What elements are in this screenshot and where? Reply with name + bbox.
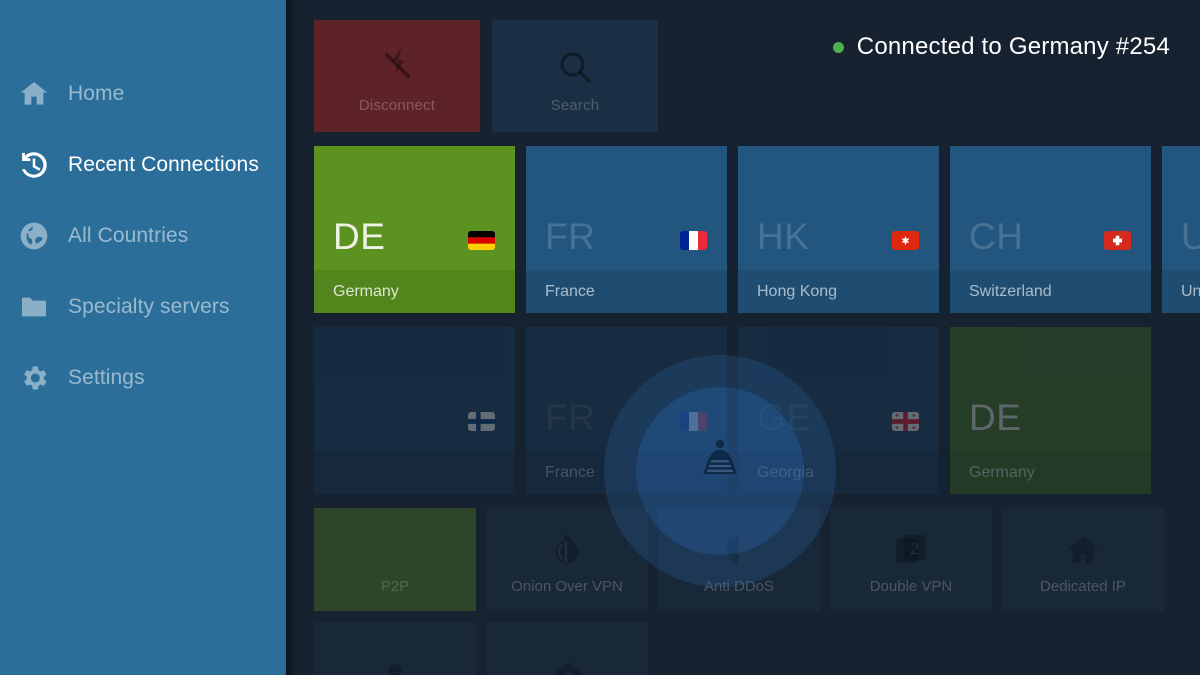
country-code: U: [1181, 216, 1200, 257]
country-name: Unit: [1162, 270, 1200, 313]
search-button[interactable]: Search: [492, 20, 658, 132]
specialty-tile-dedicated-ip[interactable]: Dedicated IP: [1002, 508, 1164, 611]
flag-fr-icon: [680, 412, 707, 431]
svg-text:2: 2: [910, 541, 919, 558]
recent-row-inner: FR France GE Georgia DE Germany: [314, 327, 1151, 494]
country-tile-body: U: [1162, 146, 1200, 270]
country-code: HK: [757, 216, 810, 257]
specialty-tile-p2p[interactable]: P2P: [314, 508, 476, 611]
gear-icon: [548, 652, 586, 675]
country-tile-body: DE: [950, 327, 1151, 451]
search-label: Search: [550, 96, 600, 114]
flag-ch-icon: [1104, 231, 1131, 250]
specialty-tile-anti-ddos[interactable]: Anti DDoS: [658, 508, 820, 611]
bottom-row-inner: [314, 622, 648, 675]
bottom-tile-settings[interactable]: [486, 622, 648, 675]
specialty-label: Double VPN: [869, 577, 953, 595]
country-name: Hong Kong: [738, 270, 939, 313]
country-tile-body: [314, 327, 515, 451]
sidebar-item-settings[interactable]: Settings: [0, 342, 286, 413]
sidebar-item-home[interactable]: Home: [0, 58, 286, 129]
recent-tile-germany[interactable]: DE Germany: [950, 327, 1151, 494]
countries-row: DE Germany FR France HK Hong Kong CH Swi…: [286, 146, 1200, 318]
country-tile-body: FR: [526, 327, 727, 451]
country-name: France: [526, 451, 727, 494]
sidebar-item-recent-connections[interactable]: Recent Connections: [0, 129, 286, 200]
country-name: Switzerland: [950, 270, 1151, 313]
sidebar-item-label: Settings: [68, 365, 145, 389]
disconnect-button[interactable]: Disconnect: [314, 20, 480, 132]
country-tile-body: DE: [314, 146, 515, 270]
flag-fr-icon: [680, 231, 707, 250]
country-code: CH: [969, 216, 1024, 257]
sidebar-item-label: Home: [68, 81, 125, 105]
country-tile-body: GE: [738, 327, 939, 451]
country-tile-united[interactable]: U Unit: [1162, 146, 1200, 313]
country-code: DE: [333, 216, 386, 257]
main-content: Disconnect Search Connected to Germany #…: [286, 0, 1200, 675]
country-code: DE: [969, 397, 1022, 438]
country-tile-germany[interactable]: DE Germany: [314, 146, 515, 313]
globe-icon: [14, 216, 54, 256]
flag-hk-icon: [892, 231, 919, 250]
recent-connections-row: FR France GE Georgia DE Germany: [286, 327, 1200, 499]
flag-fi-icon: [468, 412, 495, 431]
country-name: Georgia: [738, 451, 939, 494]
specialty-tile-onion-over-vpn[interactable]: Onion Over VPN: [486, 508, 648, 611]
country-tile-body: FR: [526, 146, 727, 270]
sidebar-nav-list: Home Recent Connections All Countries Sp…: [0, 0, 286, 413]
country-name: France: [526, 270, 727, 313]
history-icon: [14, 145, 54, 185]
sidebar-item-specialty-servers[interactable]: Specialty servers: [0, 271, 286, 342]
shield-icon: [720, 525, 758, 569]
country-name: [314, 451, 515, 494]
country-code: FR: [545, 216, 596, 257]
flag-ge-icon: [892, 412, 919, 431]
recent-tile-finland[interactable]: [314, 327, 515, 494]
sidebar: Home Recent Connections All Countries Sp…: [0, 0, 296, 675]
recent-tile-france[interactable]: FR France: [526, 327, 727, 494]
disconnect-label: Disconnect: [358, 96, 436, 114]
country-tile-france[interactable]: FR France: [526, 146, 727, 313]
country-code: GE: [757, 397, 812, 438]
gear-icon: [14, 358, 54, 398]
specialty-label: Anti DDoS: [703, 577, 775, 595]
home-icon: [14, 74, 54, 114]
countries-row-inner: DE Germany FR France HK Hong Kong CH Swi…: [314, 146, 1200, 313]
recent-tile-georgia[interactable]: GE Georgia: [738, 327, 939, 494]
sidebar-item-label: All Countries: [68, 223, 189, 247]
country-tile-hong-kong[interactable]: HK Hong Kong: [738, 146, 939, 313]
account-icon: [376, 652, 414, 675]
country-name: Germany: [314, 270, 515, 313]
specialty-row-inner: P2P Onion Over VPN Anti DDoS 2 Double VP…: [314, 508, 1164, 611]
search-icon: [555, 39, 595, 87]
specialty-label: Onion Over VPN: [511, 577, 623, 595]
sidebar-item-label: Recent Connections: [68, 152, 259, 176]
bottom-tile-account[interactable]: [314, 622, 476, 675]
specialty-label: Dedicated IP: [1040, 577, 1126, 595]
specialty-tile-double-vpn[interactable]: 2 Double VPN: [830, 508, 992, 611]
house-icon: [1064, 525, 1102, 569]
flag-de-icon: [468, 231, 495, 250]
country-name: Germany: [950, 451, 1151, 494]
folder-star-icon: [14, 287, 54, 327]
bottom-row: [286, 622, 1200, 675]
sidebar-item-all-countries[interactable]: All Countries: [0, 200, 286, 271]
double-vpn-icon: 2: [892, 525, 930, 569]
app-root: Home Recent Connections All Countries Sp…: [0, 0, 1200, 675]
country-code: FR: [545, 397, 596, 438]
bolt-slash-icon: [375, 39, 419, 87]
onion-icon: [547, 525, 587, 569]
specialty-label: P2P: [380, 577, 410, 595]
sidebar-item-label: Specialty servers: [68, 294, 230, 318]
top-bar: Disconnect Search Connected to Germany #…: [286, 0, 1200, 145]
country-tile-switzerland[interactable]: CH Switzerland: [950, 146, 1151, 313]
status-dot-icon: [832, 41, 844, 53]
specialty-servers-row: P2P Onion Over VPN Anti DDoS 2 Double VP…: [286, 508, 1200, 614]
status-text: Connected to Germany #254: [856, 33, 1170, 60]
country-tile-body: HK: [738, 146, 939, 270]
connection-status: Connected to Germany #254: [832, 33, 1170, 61]
country-tile-body: CH: [950, 146, 1151, 270]
